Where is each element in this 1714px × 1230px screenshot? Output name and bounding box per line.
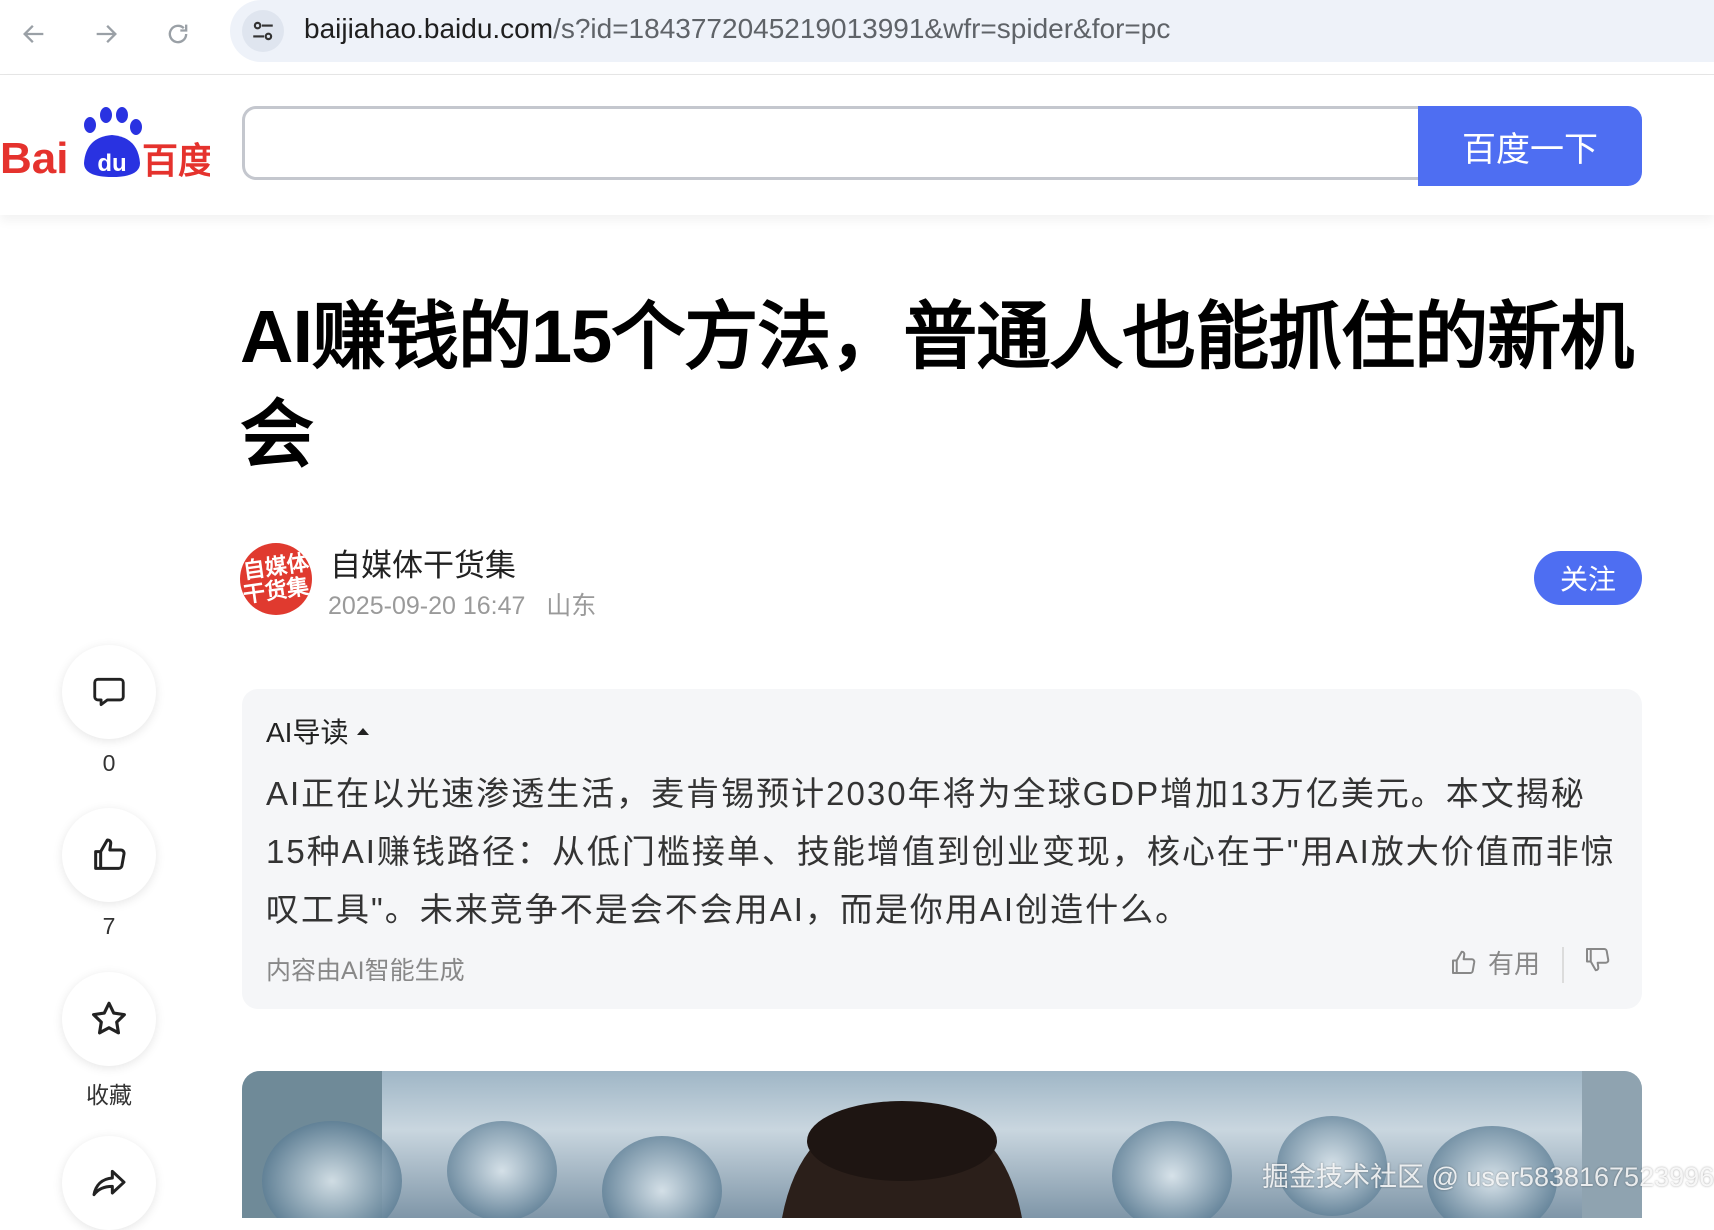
ai-summary-card: AI导读 AI正在以光速渗透生活，麦肯锡预计2030年将为全球GDP增加13万亿…	[242, 689, 1642, 1009]
url-path: /s?id=1843772045219013991&wfr=spider&for…	[553, 13, 1171, 44]
article-title: AI赚钱的15个方法，普通人也能抓住的新机会	[240, 295, 1634, 476]
thumbs-up-icon	[1452, 950, 1476, 974]
author-name[interactable]: 自媒体干货集	[330, 540, 516, 585]
favorite-button[interactable]	[62, 972, 156, 1066]
url-host: baijiahao.baidu.com	[304, 13, 554, 44]
comment-button[interactable]	[62, 645, 156, 739]
ai-generated-note: 内容由AI智能生成	[266, 957, 465, 985]
site-header: Bai du 百度 百度一下	[0, 75, 1714, 215]
like-button[interactable]	[62, 808, 156, 902]
thumbs-up-icon	[94, 838, 126, 870]
forward-button[interactable]	[84, 12, 128, 56]
logo-text-du: du	[97, 150, 126, 177]
url-text: baijiahao.baidu.com/s?id=184377204521901…	[304, 13, 1170, 45]
author-meta: 2025-09-20 16:47 山东	[328, 586, 596, 622]
search-input[interactable]	[242, 106, 1422, 180]
comment-count: 0	[102, 750, 116, 776]
back-button[interactable]	[12, 12, 56, 56]
comment-icon	[93, 677, 125, 707]
caret-up-icon	[357, 728, 370, 735]
ai-summary-heading: AI导读	[266, 717, 349, 748]
publish-datetime: 2025-09-20 16:47	[328, 592, 526, 620]
ai-summary-toggle[interactable]: AI导读	[266, 711, 370, 751]
share-button[interactable]	[62, 1136, 156, 1230]
reload-icon	[168, 24, 188, 44]
favorite-label: 收藏	[86, 1082, 132, 1108]
tune-icon	[253, 21, 273, 41]
search-button[interactable]: 百度一下	[1418, 106, 1642, 186]
arrow-right-icon	[96, 25, 117, 43]
not-useful-button[interactable]	[1582, 944, 1612, 979]
reload-button[interactable]	[156, 12, 200, 56]
useful-button[interactable]: 有用	[1448, 944, 1540, 981]
ai-summary-text: AI正在以光速渗透生活，麦肯锡预计2030年将为全球GDP增加13万亿美元。本文…	[266, 775, 1616, 928]
follow-button[interactable]: 关注	[1534, 551, 1642, 605]
thumbs-down-icon	[1586, 947, 1610, 972]
article-hero-image[interactable]	[242, 1071, 1642, 1218]
arrow-left-icon	[23, 25, 44, 43]
site-info-button[interactable]	[242, 10, 284, 52]
logo-text-bai: Bai	[0, 134, 68, 183]
author-avatar[interactable]: 自媒体 干货集	[240, 543, 312, 615]
like-count: 7	[102, 913, 116, 939]
watermark: 掘金技术社区 @ user5838167523996	[1262, 1162, 1714, 1192]
publish-location: 山东	[546, 592, 597, 620]
baidu-logo[interactable]: Bai du 百度	[0, 105, 214, 185]
share-icon	[92, 1169, 126, 1197]
logo-text-baidu-cn: 百度	[142, 141, 210, 182]
address-bar[interactable]: baijiahao.baidu.com/s?id=184377204521901…	[230, 0, 1714, 62]
browser-toolbar: baijiahao.baidu.com/s?id=184377204521901…	[0, 0, 1714, 75]
hero-illustration	[242, 1071, 1642, 1218]
divider	[1562, 947, 1564, 983]
star-icon	[92, 1001, 126, 1035]
useful-label: 有用	[1488, 949, 1541, 979]
